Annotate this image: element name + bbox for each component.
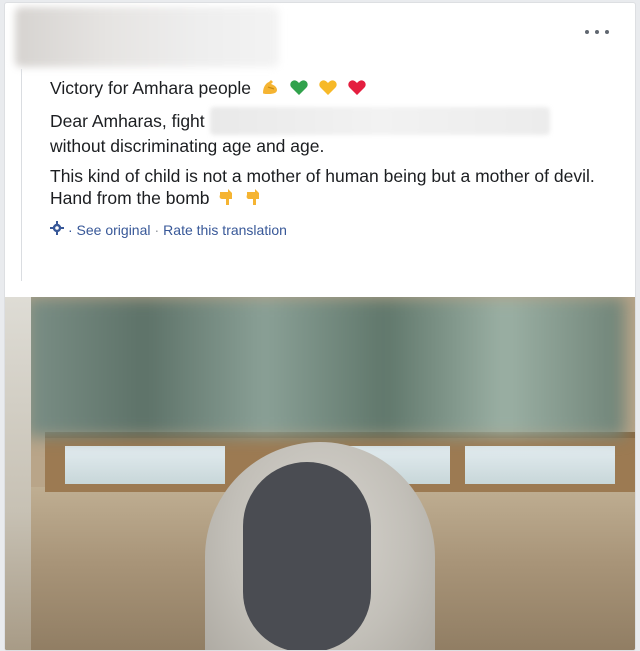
rate-translation-link[interactable]: Rate this translation: [163, 219, 287, 241]
post-line-5: Hand from the bomb: [50, 187, 627, 209]
post-title-line: Victory for Amhara people: [50, 77, 627, 99]
post-card: Victory for Amhara people Dear Amharas, …: [4, 2, 636, 651]
translation-row: · See original · Rate this translation: [50, 219, 627, 241]
post-line-5-text: Hand from the bomb: [50, 188, 210, 208]
redacted-face: [243, 462, 371, 650]
window-pane: [465, 446, 615, 484]
gear-icon[interactable]: [50, 219, 64, 241]
more-dot-icon: [585, 30, 589, 34]
more-dot-icon: [605, 30, 609, 34]
post-line-2-text: Dear Amharas, fight: [50, 111, 205, 131]
pointing-down-icon: [218, 187, 236, 207]
post-header: [5, 3, 635, 73]
flexed-biceps-icon: [260, 77, 280, 97]
see-original-link[interactable]: · See original: [68, 219, 151, 241]
post-body: Victory for Amhara people Dear Amharas, …: [21, 69, 627, 281]
red-heart-icon: [347, 77, 367, 97]
redacted-text-block: [209, 107, 550, 135]
post-title-text: Victory for Amhara people: [50, 78, 252, 98]
post-line-2: Dear Amharas, fight: [50, 107, 627, 135]
green-heart-icon: [289, 77, 309, 97]
window-pane: [65, 446, 225, 484]
redacted-author-block: [15, 7, 279, 67]
pointing-down-icon: [245, 187, 263, 207]
post-line-3: without discriminating age and age.: [50, 136, 325, 156]
yellow-heart-icon: [318, 77, 338, 97]
more-options-button[interactable]: [585, 25, 609, 39]
redacted-photo-area: [25, 297, 625, 437]
more-dot-icon: [595, 30, 599, 34]
post-line-4: This kind of child is not a mother of hu…: [50, 166, 595, 186]
post-photo[interactable]: [5, 297, 635, 650]
separator-dot: ·: [154, 222, 160, 238]
photo-wall-edge: [5, 297, 31, 650]
